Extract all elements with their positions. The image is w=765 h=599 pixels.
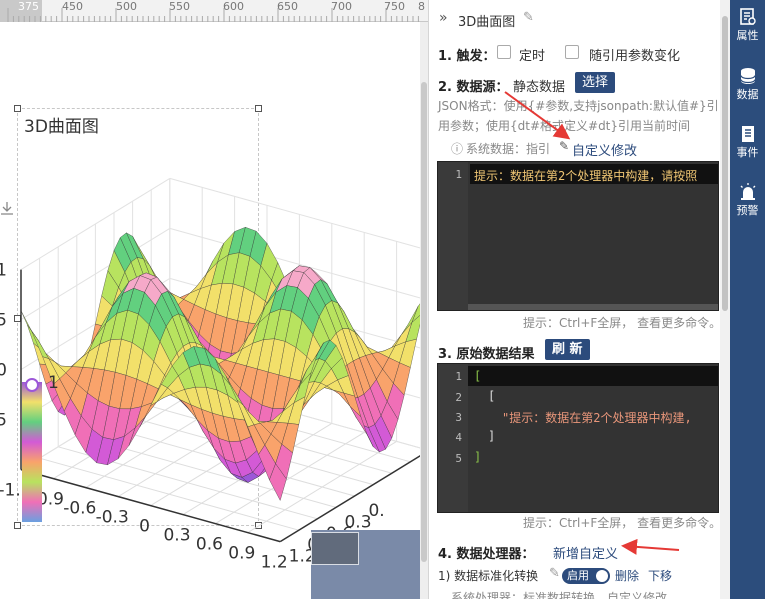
- x-tick-label: 0.9: [228, 544, 255, 564]
- data-tab-label: 数据: [736, 88, 759, 101]
- editor-hint: 提示：Ctrl+F全屏， 查看更多命令。: [523, 316, 722, 330]
- x-tick-label: -0.6: [63, 499, 96, 519]
- annotation-arrow: [621, 538, 680, 555]
- rawresult-code-editor[interactable]: 1 2 3 4 5 [ [ "提示：数据在第2个处理器中构建, ] ]: [437, 363, 719, 513]
- event-tab[interactable]: 事件: [730, 125, 765, 160]
- info-icon: ⓘ: [451, 142, 464, 156]
- editor-hint: 提示：Ctrl+F全屏， 查看更多命令。: [523, 516, 722, 530]
- alarm-tab-label: 预警: [736, 204, 759, 217]
- trigger-label: 1. 触发：: [438, 49, 496, 64]
- code-line: ]: [488, 429, 496, 443]
- z-tick-label: 0: [0, 361, 7, 381]
- datasource-value: 静态数据: [513, 80, 566, 95]
- alarm-tab[interactable]: 预警: [730, 183, 765, 218]
- panel-scrollbar[interactable]: [720, 0, 730, 599]
- event-tab-label: 事件: [736, 146, 759, 159]
- alarm-icon: [740, 183, 755, 200]
- active-line: [468, 366, 718, 386]
- code-line: [: [474, 369, 482, 383]
- surface-chart: 10.50-0.5-1.2-0.9-0.6-0.300.30.60.91.21.…: [0, 177, 428, 570]
- line-number: 1: [455, 370, 462, 383]
- canvas-minimap[interactable]: [311, 530, 428, 599]
- pencil-icon[interactable]: ✎: [559, 139, 569, 153]
- follow-param-checkbox[interactable]: [565, 45, 579, 59]
- resize-handle[interactable]: [14, 105, 21, 112]
- design-canvas[interactable]: 375 450 500 550 600 650 700 750 8 3D曲面图 …: [0, 0, 428, 599]
- y-tick-label: 0.: [368, 501, 384, 521]
- x-tick-label: -0.3: [96, 508, 129, 528]
- processor-enable-toggle[interactable]: 启用: [562, 568, 610, 584]
- timer-checkbox[interactable]: [497, 45, 511, 59]
- panel-scroll-thumb[interactable]: [722, 16, 728, 311]
- data-tab[interactable]: 数据: [730, 67, 765, 102]
- refresh-button[interactable]: 刷 新: [545, 339, 590, 360]
- timer-label: 定时: [519, 49, 546, 64]
- code-line: [: [488, 389, 496, 403]
- side-toolbar: 属性 数据 事件 预警: [730, 0, 765, 599]
- code-line: 提示：数据在第2个处理器中构建，请按照: [474, 169, 698, 183]
- line-number: 5: [455, 452, 462, 465]
- z-tick-label: -0.5: [0, 411, 7, 431]
- line-number: 4: [455, 431, 462, 444]
- json-hint: 用参数；使用{dt#格式定义#dt}引用当前时间: [438, 119, 691, 133]
- editor-gutter: [438, 364, 468, 512]
- visualmap-handle[interactable]: [25, 378, 39, 392]
- line-number: 3: [455, 411, 462, 424]
- x-tick-label: 1.2: [261, 553, 288, 570]
- code-line: "提示：数据在第2个处理器中构建,: [502, 411, 692, 425]
- z-tick-label: 1: [0, 261, 7, 281]
- move-down-link[interactable]: 下移: [648, 567, 672, 584]
- canvas-scrollbar[interactable]: [420, 22, 428, 599]
- toggle-knob: [596, 570, 608, 582]
- resize-handle[interactable]: [255, 105, 262, 112]
- custom-edit-link[interactable]: 自定义修改: [572, 140, 637, 159]
- props-tab[interactable]: 属性: [730, 8, 765, 43]
- processor-sub-hint: 系统处理器：标准数据转换，自定义修改: [451, 591, 668, 599]
- app-root: 375 450 500 550 600 650 700 750 8 3D曲面图 …: [0, 0, 765, 599]
- pencil-icon[interactable]: ✎: [549, 566, 560, 581]
- z-tick-label: 0.5: [0, 311, 7, 331]
- x-tick-label: 0.3: [163, 526, 190, 546]
- follow-param-label: 随引用参数变化: [589, 49, 681, 64]
- processor-item-name: 1) 数据标准化转换: [438, 569, 539, 583]
- line-number: 1: [455, 168, 462, 181]
- delete-processor-link[interactable]: 删除: [615, 567, 639, 584]
- datasource-code-editor[interactable]: 1 提示：数据在第2个处理器中构建，请按照: [437, 161, 719, 311]
- editor-gutter: [438, 162, 468, 310]
- database-icon: [739, 68, 756, 84]
- ruler-marks: [7, 8, 419, 22]
- surface-cell: [20, 310, 39, 341]
- toggle-label: 启用: [567, 569, 589, 582]
- panel-title: 3D曲面图: [458, 15, 516, 30]
- minimap-viewport[interactable]: [311, 532, 359, 565]
- double-chevron-right-icon[interactable]: »: [439, 10, 448, 26]
- props-tab-label: 属性: [736, 29, 759, 42]
- horizontal-ruler: 375 450 500 550 600 650 700 750 8: [0, 0, 428, 22]
- processor-label: 4. 数据处理器：: [438, 547, 535, 562]
- json-hint: JSON格式：使用{#参数,支持jsonpath:默认值#}引: [438, 99, 719, 113]
- sys-data-label: 系统数据：指引: [466, 142, 551, 156]
- editor-hscrollbar[interactable]: [468, 304, 718, 310]
- datasource-label: 2. 数据源：: [438, 80, 509, 95]
- config-panel: » 3D曲面图 ✎ 1. 触发： 定时 随引用参数变化 2. 数据源： 静态数据…: [428, 0, 730, 599]
- x-tick-label: 0.6: [196, 535, 223, 555]
- x-tick-label: 0: [139, 517, 150, 537]
- visualmap-max-label: 1: [48, 373, 59, 393]
- visualmap-bar[interactable]: [22, 382, 42, 522]
- rawresult-label: 3. 原始数据结果: [438, 347, 535, 362]
- canvas-scroll-thumb[interactable]: [421, 82, 427, 562]
- properties-icon: [739, 8, 756, 25]
- line-number: 2: [455, 391, 462, 404]
- event-icon: [741, 126, 754, 142]
- pencil-icon[interactable]: ✎: [523, 10, 534, 25]
- code-line: ]: [474, 450, 482, 464]
- select-datasource-button[interactable]: 选择: [575, 72, 616, 93]
- add-custom-processor-link[interactable]: 新增自定义: [553, 543, 618, 562]
